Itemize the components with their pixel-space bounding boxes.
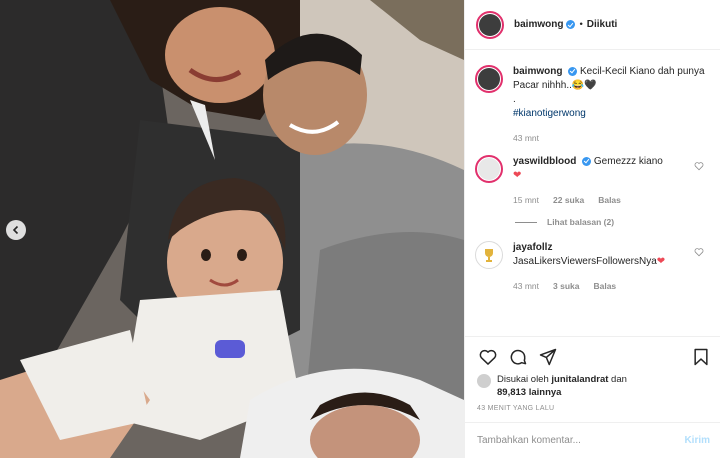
comment-emoji: ❤ [513, 170, 522, 181]
comment-likes[interactable]: 3 suka [553, 279, 579, 293]
verified-badge-icon [566, 20, 576, 29]
caption-time[interactable]: 43 mnt [513, 131, 539, 145]
caption-avatar[interactable] [475, 65, 503, 93]
commenter-avatar[interactable] [475, 155, 503, 183]
comment-input[interactable] [477, 435, 685, 446]
comment-meta: 15 mnt 22 suka Balas [513, 193, 710, 207]
caption: baimwong Kecil-Kecil Kiano dah punya Pac… [475, 65, 710, 145]
action-icons-row [465, 337, 720, 371]
liker-username[interactable]: junitalandrat [551, 374, 608, 385]
previous-photo-button[interactable] [6, 220, 26, 240]
comment-emoji: ❤ [656, 256, 666, 267]
save-button[interactable] [690, 346, 712, 368]
likes-prefix: Disukai oleh [497, 374, 552, 385]
likes-middle: dan [608, 374, 627, 385]
post-actions: Disukai oleh junitalandrat dan 89,813 la… [465, 336, 720, 458]
comments-list: baimwong Kecil-Kecil Kiano dah punya Pac… [465, 51, 720, 336]
bookmark-icon [694, 348, 708, 366]
comment-item: yaswildblood Gemezzz kiano ❤ 15 mnt 22 s… [475, 155, 710, 207]
family-photo-illustration [0, 0, 464, 458]
instagram-post: baimwong • Diikuti baimwong Kecil-Kecil … [0, 0, 720, 458]
comment-meta: 43 mnt 3 suka Balas [513, 279, 710, 293]
like-button[interactable] [477, 346, 499, 368]
post-header: baimwong • Diikuti [465, 0, 720, 50]
comment-text: JasaLikersViewersFollowersNya [513, 256, 657, 267]
commenter-username[interactable]: jayafollz [513, 242, 552, 253]
caption-meta: 43 mnt [513, 131, 710, 145]
comment-item: jayafollz JasaLikersViewersFollowersNya❤… [475, 241, 710, 293]
share-button[interactable] [537, 346, 559, 368]
liker-avatar[interactable] [477, 374, 491, 388]
caption-body: baimwong Kecil-Kecil Kiano dah punya Pac… [513, 65, 710, 145]
trophy-icon [485, 249, 493, 262]
view-replies-button[interactable]: Lihat balasan (2) [515, 217, 710, 227]
likes-count[interactable]: 89,813 [497, 387, 526, 398]
verified-badge-icon [582, 156, 592, 166]
comment-button[interactable] [507, 346, 529, 368]
caption-username[interactable]: baimwong [513, 66, 562, 77]
reply-button[interactable]: Balas [598, 193, 621, 207]
verified-badge-icon [568, 66, 578, 76]
heart-icon [479, 349, 497, 365]
add-comment-bar: Kirim [465, 422, 720, 458]
replies-divider-line [515, 221, 537, 223]
comment-body: jayafollz JasaLikersViewersFollowersNya❤… [513, 241, 710, 293]
header-user-row: baimwong • Diikuti [514, 19, 617, 30]
send-comment-button[interactable]: Kirim [684, 435, 710, 446]
comment-body: yaswildblood Gemezzz kiano ❤ 15 mnt 22 s… [513, 155, 710, 207]
caption-dot: . [513, 94, 516, 105]
likes-text: Disukai oleh junitalandrat dan 89,813 la… [497, 373, 627, 399]
reply-button[interactable]: Balas [593, 279, 616, 293]
author-username[interactable]: baimwong [514, 19, 563, 30]
comment-time[interactable]: 43 mnt [513, 279, 539, 293]
comment-time[interactable]: 15 mnt [513, 193, 539, 207]
chevron-left-icon [12, 225, 19, 235]
following-button[interactable]: Diikuti [587, 19, 618, 30]
post-side-panel: baimwong • Diikuti baimwong Kecil-Kecil … [464, 0, 720, 458]
likes-summary: Disukai oleh junitalandrat dan 89,813 la… [465, 371, 720, 401]
comment-like-heart-icon[interactable] [694, 247, 704, 257]
comment-likes[interactable]: 22 suka [553, 193, 584, 207]
commenter-avatar[interactable] [475, 241, 503, 269]
caption-hashtag[interactable]: #kianotigerwong [513, 107, 710, 121]
comment-text: Gemezzz kiano [593, 156, 663, 167]
post-timestamp[interactable]: 43 MENIT YANG LALU [465, 401, 720, 412]
view-replies-label: Lihat balasan (2) [547, 217, 615, 227]
commenter-username[interactable]: yaswildblood [513, 156, 576, 167]
comment-like-heart-icon[interactable] [694, 161, 704, 171]
share-icon [539, 348, 557, 366]
comment-icon [510, 349, 527, 365]
post-photo[interactable] [0, 0, 464, 458]
likes-suffix[interactable]: lainnya [526, 387, 562, 398]
header-separator: • [579, 19, 583, 30]
author-avatar[interactable] [476, 10, 504, 39]
